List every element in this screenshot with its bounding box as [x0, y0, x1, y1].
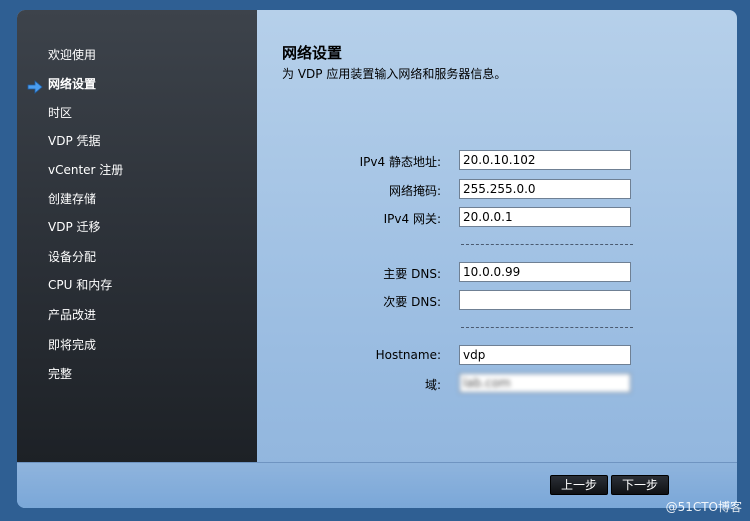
sidebar-item-vcenter[interactable]: vCenter 注册 [48, 160, 123, 180]
sidebar-item-credentials[interactable]: VDP 凭据 [48, 131, 101, 151]
ipv4-address-label: IPv4 静态地址: [359, 155, 441, 169]
separator [461, 244, 633, 245]
primary-dns-label: 主要 DNS: [383, 267, 441, 281]
sidebar-item-welcome[interactable]: 欢迎使用 [48, 45, 96, 65]
gateway-input[interactable] [459, 207, 631, 227]
separator [461, 327, 633, 328]
netmask-input[interactable] [459, 179, 631, 199]
sidebar-item-network[interactable]: 网络设置 [48, 74, 96, 94]
main-panel: 网络设置 为 VDP 应用装置输入网络和服务器信息。 IPv4 静态地址: 网络… [257, 10, 737, 462]
sidebar-item-cpu-memory[interactable]: CPU 和内存 [48, 275, 112, 295]
ipv4-address-input[interactable] [459, 150, 631, 170]
netmask-label: 网络掩码: [388, 184, 441, 198]
next-button[interactable]: 下一步 [611, 475, 670, 495]
sidebar: 欢迎使用 网络设置 时区 VDP 凭据 vCenter 注册 创建存储 VDP … [17, 10, 257, 462]
page-title: 网络设置 [282, 44, 343, 62]
sidebar-item-device-allocation[interactable]: 设备分配 [48, 247, 96, 267]
sidebar-item-migration[interactable]: VDP 迁移 [48, 217, 101, 237]
sidebar-item-storage[interactable]: 创建存储 [48, 189, 96, 209]
domain-label: 域: [424, 378, 441, 392]
footer-bar: 上一步 下一步 [17, 462, 737, 508]
domain-input[interactable] [459, 373, 631, 393]
sidebar-item-product-improvement[interactable]: 产品改进 [48, 305, 96, 325]
page-subtitle: 为 VDP 应用装置输入网络和服务器信息。 [282, 67, 507, 81]
sidebar-item-timezone[interactable]: 时区 [48, 103, 72, 123]
hostname-label: Hostname: [375, 348, 441, 362]
sidebar-item-ready[interactable]: 即将完成 [48, 335, 96, 355]
hostname-input[interactable] [459, 345, 631, 365]
sidebar-item-complete[interactable]: 完整 [48, 364, 72, 384]
gateway-label: IPv4 网关: [383, 212, 441, 226]
secondary-dns-input[interactable] [459, 290, 631, 310]
secondary-dns-label: 次要 DNS: [383, 295, 441, 309]
watermark: @51CTO博客 [665, 500, 742, 514]
arrow-right-icon [27, 80, 43, 94]
installer-window: 欢迎使用 网络设置 时区 VDP 凭据 vCenter 注册 创建存储 VDP … [17, 10, 737, 508]
back-button[interactable]: 上一步 [550, 475, 609, 495]
primary-dns-input[interactable] [459, 262, 631, 282]
